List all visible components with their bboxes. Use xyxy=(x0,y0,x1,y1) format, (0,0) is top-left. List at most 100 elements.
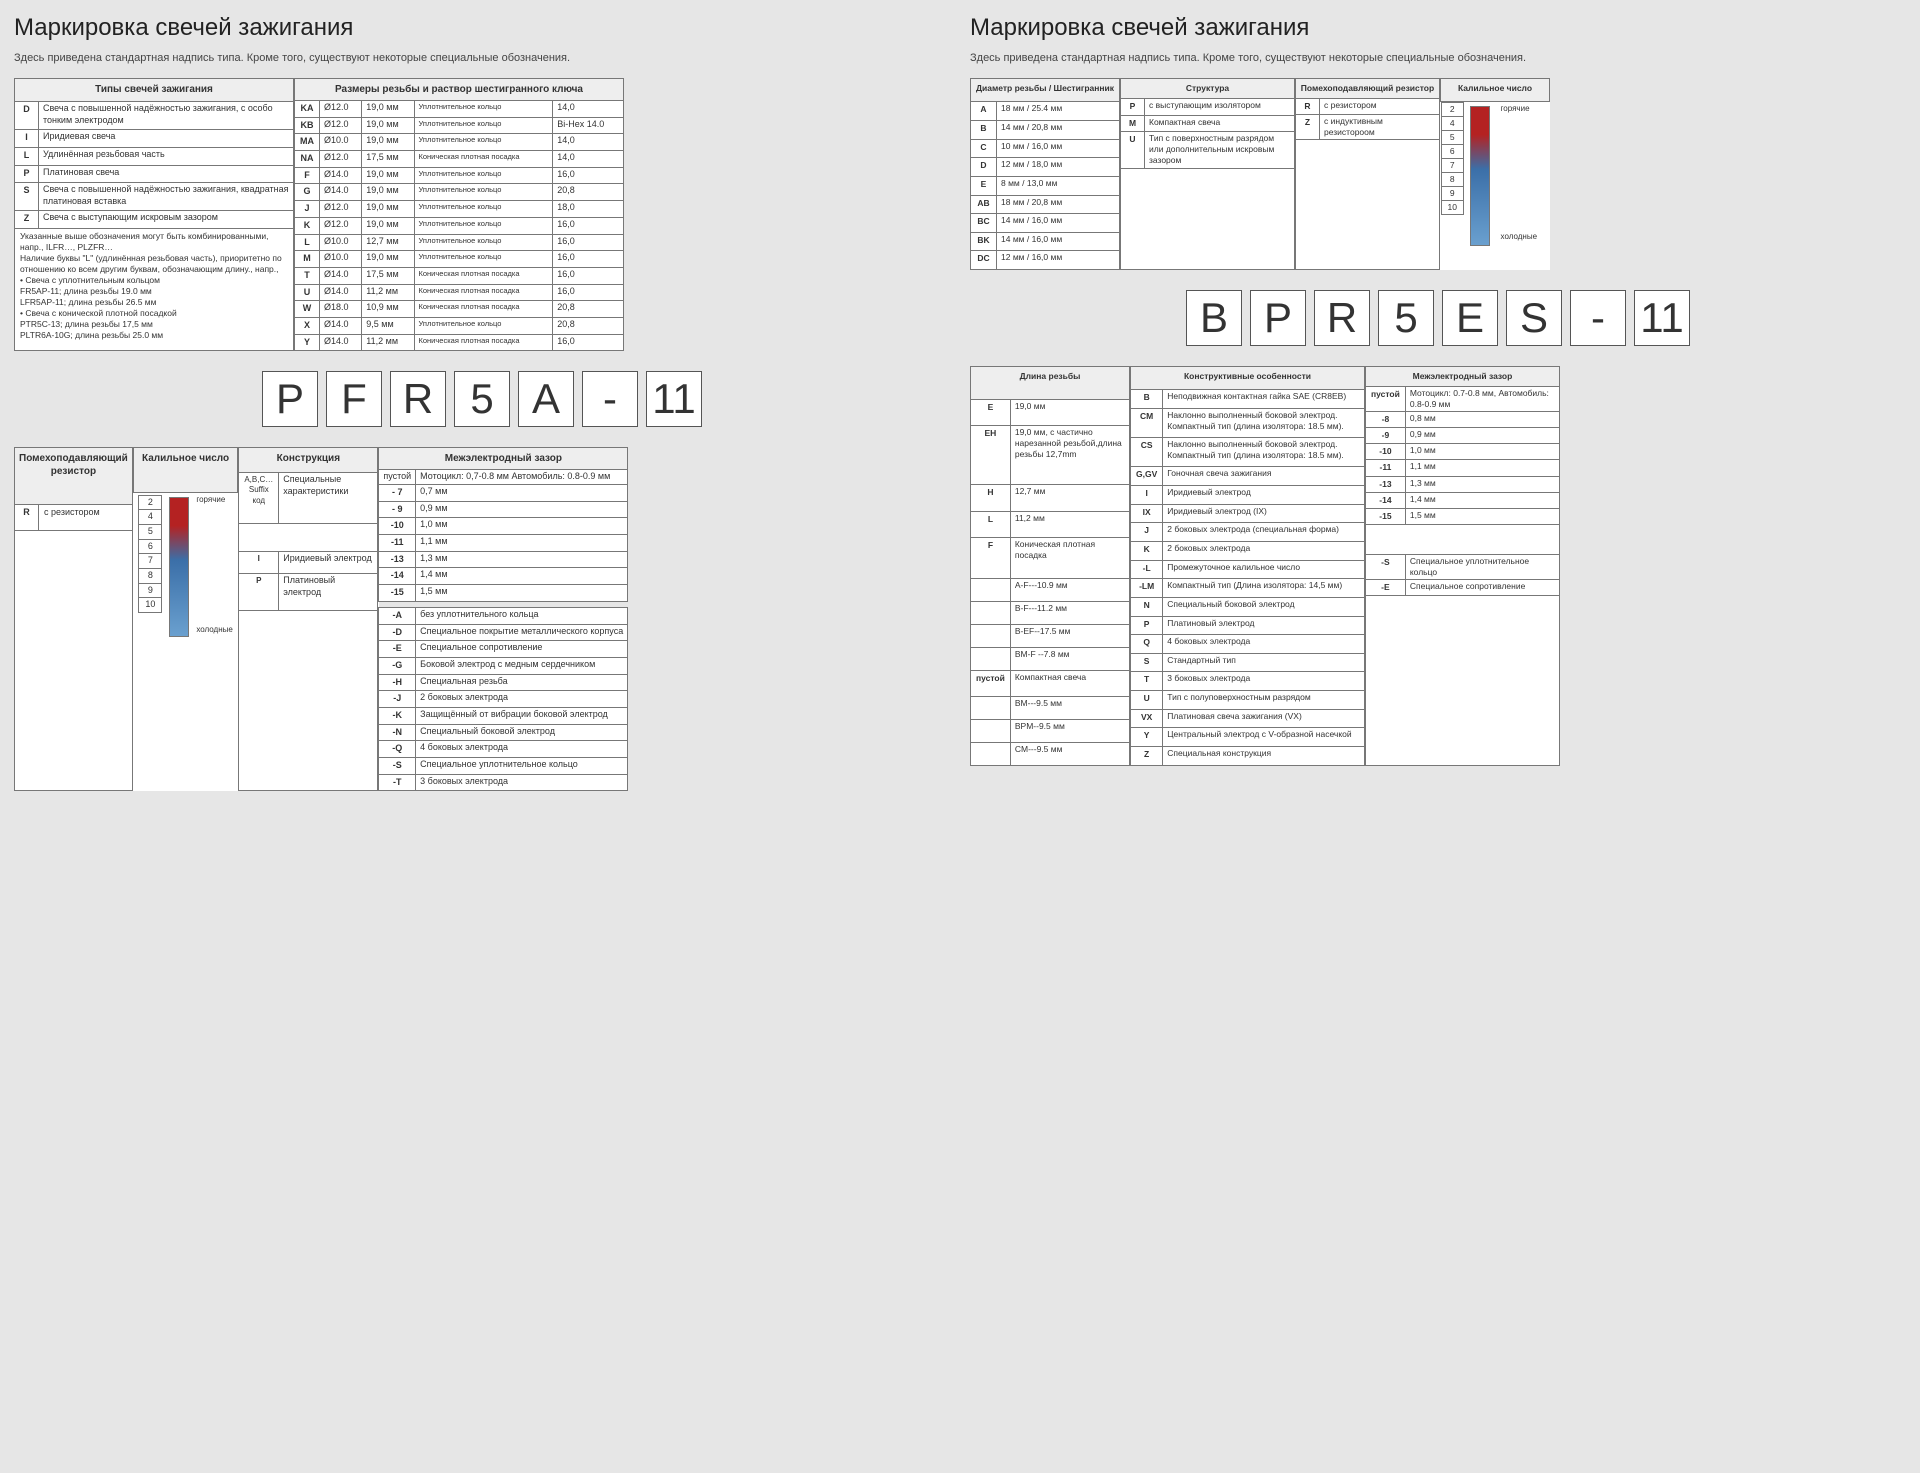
bottom-tables-left: Помехоподавляющий резистор R с резисторо… xyxy=(14,447,950,791)
resistor-header-r: Помехоподавляющий резистор xyxy=(1296,79,1440,99)
cell: M xyxy=(1121,115,1145,131)
cell: A,B,C… Suffix код xyxy=(239,472,279,523)
heat-gradient-r xyxy=(1470,106,1490,246)
cell: 1,3 мм xyxy=(416,551,628,568)
cell: 1,3 мм xyxy=(1405,476,1559,492)
cell: Bi-Hex 14.0 xyxy=(553,117,624,134)
cell: 14,0 xyxy=(553,151,624,168)
cell: 1,5 мм xyxy=(416,585,628,602)
cell: F xyxy=(971,537,1011,578)
cell: P xyxy=(15,165,39,183)
code-char: - xyxy=(1570,290,1626,346)
code-char: B xyxy=(1186,290,1242,346)
code-char: S xyxy=(1506,290,1562,346)
cell: -11 xyxy=(379,535,416,552)
cell: Коническая плотная посадка xyxy=(414,151,553,168)
code-char: 5 xyxy=(1378,290,1434,346)
cell: K xyxy=(295,217,320,234)
top-tables-right: Диаметр резьбы / Шестигранник A18 мм / 2… xyxy=(970,78,1906,270)
cell: Защищённый от вибрации боковой электрод xyxy=(416,707,628,724)
cell: Ø14.0 xyxy=(320,317,362,334)
cell: P xyxy=(1131,616,1163,635)
cell: CM xyxy=(1131,409,1163,438)
thread-diam-header: Диаметр резьбы / Шестигранник xyxy=(971,79,1120,102)
cell: E xyxy=(971,399,1011,425)
cell: 1,4 мм xyxy=(416,568,628,585)
types-header: Типы свечей зажигания xyxy=(15,79,294,102)
cell: -14 xyxy=(1366,492,1406,508)
heat-num: 5 xyxy=(1441,130,1463,144)
cell: с индуктивным резистороом xyxy=(1320,115,1440,140)
cell: U xyxy=(1131,691,1163,710)
cell: Иридиевый электрод xyxy=(1163,486,1365,505)
heat-num: 5 xyxy=(139,525,162,540)
cell: Уплотнительное кольцо xyxy=(414,184,553,201)
cell: Иридиевая свеча xyxy=(39,130,294,148)
cell: 3 боковых электрода xyxy=(416,774,628,791)
code-char: A xyxy=(518,371,574,427)
heat-header-r: Калильное число xyxy=(1441,79,1550,102)
cell: A-F---10.9 мм xyxy=(1010,578,1129,601)
cell: F xyxy=(295,167,320,184)
cell: Компактная свеча xyxy=(1010,670,1129,696)
cell: 2 боковых электрода xyxy=(416,691,628,708)
cell: Q xyxy=(1131,635,1163,654)
heat-num: 6 xyxy=(1441,144,1463,158)
cell: Мотоцикл: 0.7-0.8 мм, Автомобиль: 0.8-0.… xyxy=(1405,387,1559,412)
cell: 4 боковых электрода xyxy=(416,741,628,758)
code-char: 11 xyxy=(646,371,702,427)
cell: M xyxy=(295,251,320,268)
cell xyxy=(971,719,1011,742)
cell: Уплотнительное кольцо xyxy=(414,201,553,218)
cell: X xyxy=(295,317,320,334)
heat-num: 10 xyxy=(1441,201,1463,215)
cell: Платиновая свеча зажигания (VX) xyxy=(1163,709,1365,728)
cell: 19,0 мм xyxy=(1010,399,1129,425)
cell: с выступающим изолятором xyxy=(1145,99,1295,115)
cell xyxy=(971,647,1011,670)
cell: -11 xyxy=(1366,460,1406,476)
cell: KB xyxy=(295,117,320,134)
cell: Уплотнительное кольцо xyxy=(414,317,553,334)
resistor-header: Помехоподавляющий резистор xyxy=(15,448,133,504)
cell: -E xyxy=(379,641,416,658)
cell: 20,8 xyxy=(553,301,624,318)
cell: IX xyxy=(1131,504,1163,523)
resistor-table: Помехоподавляющий резистор R с резисторо… xyxy=(14,447,133,791)
heat-num: 10 xyxy=(139,598,162,613)
code-char: R xyxy=(1314,290,1370,346)
cell xyxy=(971,742,1011,765)
cell: 12 мм / 18,0 мм xyxy=(997,158,1120,177)
cell: 12,7 мм xyxy=(362,234,414,251)
bottom-tables-right: Длина резьбы E19,0 ммEH19,0 мм, с частич… xyxy=(970,366,1906,766)
cell: Платиновая свеча xyxy=(39,165,294,183)
cell: -N xyxy=(379,724,416,741)
cell: Уплотнительное кольцо xyxy=(414,101,553,118)
cell: Ø12.0 xyxy=(320,101,362,118)
cell: 8 мм / 13,0 мм xyxy=(997,176,1120,195)
construction-table: Конструкция A,B,C… Suffix кодСпециальные… xyxy=(238,447,378,791)
page-title: Маркировка свечей зажигания xyxy=(970,14,1906,42)
cell: -14 xyxy=(379,568,416,585)
subtitle: Здесь приведена стандартная надпись типа… xyxy=(14,52,950,64)
cell: -G xyxy=(379,657,416,674)
cell: Ø14.0 xyxy=(320,184,362,201)
cell: Наклонно выполненный боковой электрод. К… xyxy=(1163,409,1365,438)
cell: -8 xyxy=(1366,412,1406,428)
cell: R xyxy=(1296,99,1320,115)
cell: 2 боковых электрода xyxy=(1163,541,1365,560)
cell: U xyxy=(1121,131,1145,168)
cell: Ø12.0 xyxy=(320,117,362,134)
gap-header-r: Межэлектродный зазор xyxy=(1366,367,1560,387)
cell: Коническая плотная посадка xyxy=(414,284,553,301)
cell: Специальные характеристики xyxy=(279,472,378,523)
cell: T xyxy=(1131,672,1163,691)
cell: 18 мм / 25.4 мм xyxy=(997,102,1120,121)
cell: Платиновый электрод xyxy=(1163,616,1365,635)
resistor-code: R xyxy=(15,504,39,531)
cell: -15 xyxy=(1366,508,1406,524)
subtitle: Здесь приведена стандартная надпись типа… xyxy=(970,52,1906,64)
cell: Боковой электрод с медным сердечником xyxy=(416,657,628,674)
cell: Тип с поверхностным разрядом или дополни… xyxy=(1145,131,1295,168)
cell: P xyxy=(1121,99,1145,115)
